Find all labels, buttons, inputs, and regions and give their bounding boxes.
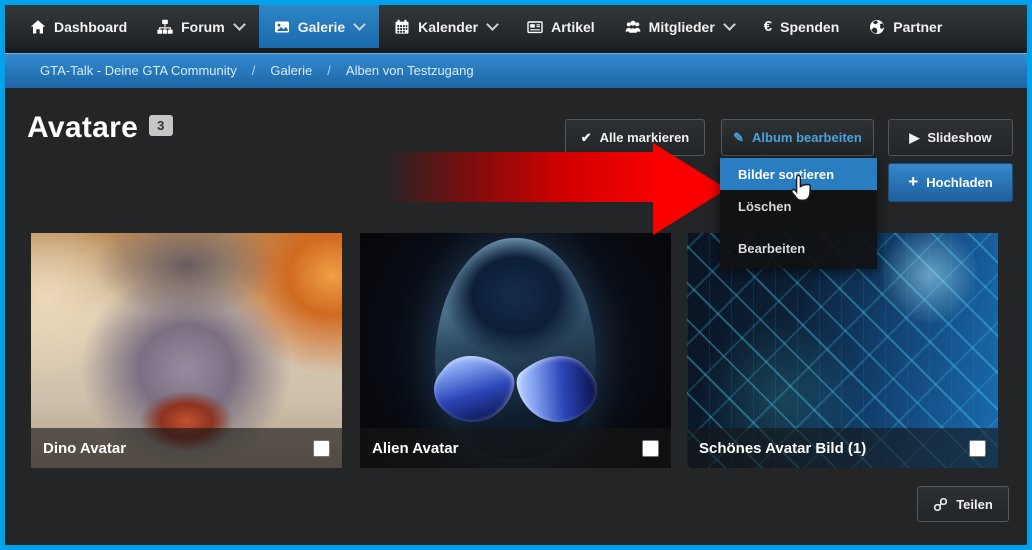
image-caption: Dino Avatar	[31, 428, 342, 468]
nav-item-label: Galerie	[298, 19, 345, 35]
edit-album-dropdown: Bilder sortieren Löschen Bearbeiten	[720, 158, 877, 269]
breadcrumb-separator: /	[252, 63, 256, 78]
chevron-down-icon	[486, 18, 499, 31]
nav-item-label: Forum	[181, 19, 225, 35]
plus-icon: +	[908, 173, 918, 190]
image-select-checkbox[interactable]	[969, 440, 986, 457]
share-button[interactable]: Teilen	[917, 486, 1009, 522]
slideshow-label: Slideshow	[927, 130, 991, 145]
breadcrumb-galerie[interactable]: Galerie	[270, 63, 312, 78]
image-title: Dino Avatar	[43, 440, 126, 457]
newspaper-icon	[527, 19, 543, 35]
image-caption: Alien Avatar	[360, 428, 671, 468]
nav-item-galerie[interactable]: Galerie	[259, 5, 379, 48]
nav-item-partner[interactable]: Partner	[854, 5, 957, 48]
breadcrumb-separator: /	[327, 63, 331, 78]
users-icon	[625, 19, 641, 35]
dropdown-item-delete[interactable]: Löschen	[720, 190, 877, 222]
gallery-page: Dashboard Forum Galerie Kalender	[0, 0, 1032, 550]
nav-item-label: Mitglieder	[649, 19, 715, 35]
album-image-card[interactable]: Dino Avatar	[31, 233, 342, 468]
globe-icon	[869, 19, 885, 35]
link-chain-icon	[933, 497, 948, 512]
slideshow-button[interactable]: ▶ Slideshow	[888, 119, 1013, 156]
alien-eye-shape	[424, 338, 524, 437]
euro-icon: €	[764, 19, 772, 34]
dropdown-separator	[720, 222, 877, 232]
edit-album-label: Album bearbeiten	[752, 130, 862, 145]
nav-item-label: Artikel	[551, 19, 595, 35]
image-select-checkbox[interactable]	[313, 440, 330, 457]
image-caption: Schönes Avatar Bild (1)	[687, 428, 998, 468]
select-all-label: Alle markieren	[600, 130, 690, 145]
alien-eye-shape	[508, 338, 608, 437]
nav-item-forum[interactable]: Forum	[142, 5, 259, 48]
select-all-button[interactable]: ✔ Alle markieren	[565, 119, 705, 156]
chevron-down-icon	[723, 18, 736, 31]
page-title-text: Avatare	[27, 111, 138, 144]
dropdown-item-edit[interactable]: Bearbeiten	[720, 232, 877, 264]
check-icon: ✔	[581, 131, 592, 144]
share-label: Teilen	[956, 497, 993, 512]
upload-label: Hochladen	[926, 175, 992, 190]
image-title: Schönes Avatar Bild (1)	[699, 440, 866, 457]
pencil-icon: ✎	[733, 131, 744, 144]
annotation-arrow-head	[653, 143, 727, 235]
image-select-checkbox[interactable]	[642, 440, 659, 457]
nav-item-dashboard[interactable]: Dashboard	[15, 5, 142, 48]
home-icon	[30, 19, 46, 35]
image-icon	[274, 19, 290, 35]
nav-item-mitglieder[interactable]: Mitglieder	[610, 5, 749, 48]
nav-item-label: Spenden	[780, 19, 839, 35]
image-count-badge: 3	[149, 115, 173, 136]
album-image-card[interactable]: Alien Avatar	[360, 233, 671, 468]
upload-button[interactable]: + Hochladen	[888, 163, 1013, 202]
breadcrumb-album[interactable]: Alben von Testzugang	[346, 63, 474, 78]
nav-item-artikel[interactable]: Artikel	[512, 5, 610, 48]
chevron-down-icon	[233, 18, 246, 31]
breadcrumb-site[interactable]: GTA-Talk - Deine GTA Community	[40, 63, 237, 78]
play-icon: ▶	[909, 131, 919, 144]
image-title: Alien Avatar	[372, 440, 458, 457]
chevron-down-icon	[353, 18, 366, 31]
nav-item-label: Kalender	[418, 19, 478, 35]
breadcrumb: GTA-Talk - Deine GTA Community / Galerie…	[5, 53, 1027, 88]
calendar-icon	[394, 19, 410, 35]
sitemap-icon	[157, 19, 173, 35]
nav-item-spenden[interactable]: € Spenden	[749, 5, 854, 48]
page-title: Avatare 3	[27, 111, 173, 145]
nav-item-kalender[interactable]: Kalender	[379, 5, 512, 48]
nav-item-label: Partner	[893, 19, 942, 35]
edit-album-button[interactable]: ✎ Album bearbeiten	[721, 119, 874, 156]
dropdown-item-sort-images[interactable]: Bilder sortieren	[720, 158, 877, 190]
nav-item-label: Dashboard	[54, 19, 127, 35]
main-nav: Dashboard Forum Galerie Kalender	[5, 5, 1027, 48]
alien-head-shape	[435, 238, 597, 459]
annotation-arrow-shaft	[383, 152, 655, 202]
